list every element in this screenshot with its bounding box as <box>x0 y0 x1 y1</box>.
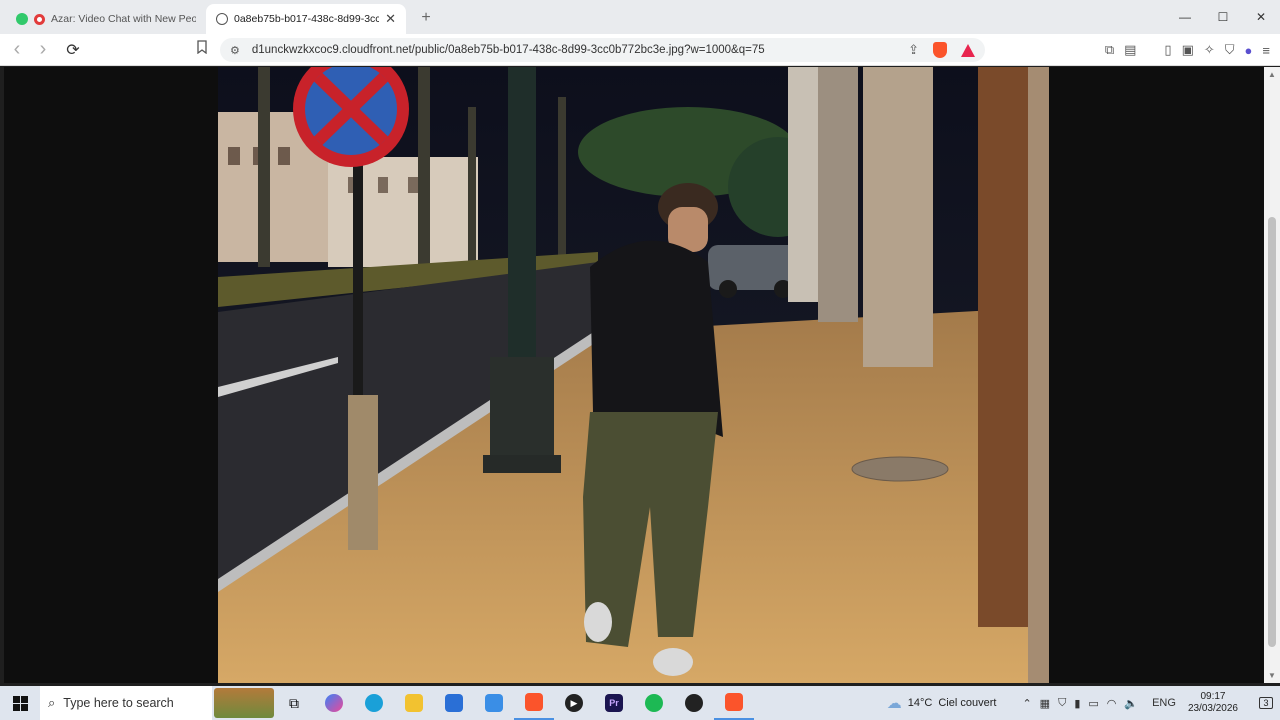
brave-shields-icon[interactable] <box>933 42 947 58</box>
toolbar-right-icons: ⧉ ▤ ▯ ▣ ✧ ⛉ ● ≡ <box>1105 34 1270 66</box>
recording-icon <box>34 13 45 25</box>
scroll-up-icon[interactable]: ▲ <box>1268 70 1276 79</box>
tray-app-icon[interactable]: ▦ <box>1040 697 1050 710</box>
copilot-icon[interactable] <box>314 686 354 720</box>
minimize-button[interactable]: — <box>1166 0 1204 34</box>
window-controls: — ☐ ✕ <box>1166 0 1280 34</box>
volume-icon[interactable]: 🔈 <box>1124 697 1138 710</box>
premiere-pro-icon[interactable]: Pr <box>594 686 634 720</box>
tab-azar[interactable]: Azar: Video Chat with New People <box>6 4 206 34</box>
clock-date: 23/03/2026 <box>1187 703 1238 714</box>
tab-strip: Azar: Video Chat with New People 0a8eb75… <box>0 0 1280 34</box>
weather-temp: 14°C <box>907 697 933 709</box>
windows-taskbar: ⌕ Type here to search ⧉ ▶ Pr ☁ 14°C Ciel… <box>0 686 1280 720</box>
task-view-icon[interactable]: ⧉ <box>274 686 314 720</box>
maximize-button[interactable]: ☐ <box>1204 0 1242 34</box>
search-placeholder: Type here to search <box>63 696 174 710</box>
file-explorer-icon[interactable] <box>394 686 434 720</box>
leo-ai-icon[interactable]: ✧ <box>1204 42 1215 58</box>
language-indicator[interactable]: ENG <box>1152 697 1176 709</box>
clock-time: 09:17 <box>1200 691 1226 702</box>
brave-rewards-icon[interactable] <box>961 43 975 57</box>
system-tray: ☁ 14°C Ciel couvert ⌃ ▦ ⛉ ▮ ▭ ◠ 🔈 ENG 09… <box>887 686 1280 720</box>
displayed-photo <box>218 67 1049 683</box>
wifi-icon[interactable]: ◠ <box>1107 697 1117 710</box>
address-bar[interactable]: ⚙ d1unckwzkxcoc9.cloudfront.net/public/0… <box>220 38 985 62</box>
store-icon[interactable] <box>434 686 474 720</box>
battery-icon[interactable]: ▭ <box>1088 697 1098 710</box>
chevron-up-icon[interactable]: ⌃ <box>1022 697 1031 710</box>
wallet-icon[interactable]: ▣ <box>1182 42 1194 58</box>
weather-desc: Ciel couvert <box>938 697 997 709</box>
tab-image[interactable]: 0a8eb75b-b017-438c-8d99-3cc0b ✕ <box>206 4 406 34</box>
brave-taskbar-icon[interactable] <box>514 686 554 720</box>
reload-button[interactable]: ⟳ <box>60 37 86 63</box>
bookmark-icon[interactable] <box>196 40 208 59</box>
brave-second-icon[interactable] <box>714 686 754 720</box>
taskbar-search[interactable]: ⌕ Type here to search <box>40 686 212 720</box>
extensions-icon[interactable]: ⧉ <box>1105 42 1114 58</box>
scrollbar-thumb[interactable] <box>1268 217 1276 647</box>
menu-icon[interactable]: ≡ <box>1262 43 1270 58</box>
tab-title: Azar: Video Chat with New People <box>51 13 196 25</box>
cloud-icon: ☁ <box>886 695 902 712</box>
notification-count: 3 <box>1259 697 1273 709</box>
site-settings-icon[interactable]: ⚙ <box>230 44 240 57</box>
globe-favicon-icon <box>216 13 228 25</box>
tab-title: 0a8eb75b-b017-438c-8d99-3cc0b <box>234 13 380 25</box>
reading-list-icon[interactable]: ▤ <box>1124 42 1136 58</box>
spotify-icon[interactable] <box>634 686 674 720</box>
scroll-down-icon[interactable]: ▼ <box>1268 671 1276 680</box>
start-button[interactable] <box>0 686 40 720</box>
azar-favicon-icon <box>16 13 28 25</box>
url-text: d1unckwzkxcoc9.cloudfront.net/public/0a8… <box>251 44 765 56</box>
page-viewport <box>4 67 1264 683</box>
search-highlight-image[interactable] <box>214 688 274 718</box>
mail-icon[interactable] <box>474 686 514 720</box>
weather-widget[interactable]: ☁ 14°C Ciel couvert <box>887 694 997 712</box>
vertical-scrollbar[interactable]: ▲ ▼ <box>1264 67 1280 683</box>
close-window-button[interactable]: ✕ <box>1242 0 1280 34</box>
close-tab-icon[interactable]: ✕ <box>385 11 396 27</box>
forward-button[interactable]: › <box>30 37 56 63</box>
share-icon[interactable]: ⇪ <box>908 42 919 58</box>
edge-icon[interactable] <box>354 686 394 720</box>
profile-icon[interactable]: ● <box>1245 43 1253 58</box>
new-tab-button[interactable]: + <box>412 4 440 32</box>
clock[interactable]: 09:17 23/03/2026 <box>1188 691 1238 715</box>
search-icon: ⌕ <box>48 695 56 710</box>
vpn-icon[interactable]: ⛉ <box>1225 42 1235 58</box>
browser-toolbar: ‹ › ⟳ ⚙ d1unckwzkxcoc9.cloudfront.net/pu… <box>0 34 1280 66</box>
windows-logo-icon <box>12 695 28 711</box>
obs-icon[interactable] <box>674 686 714 720</box>
media-player-icon[interactable]: ▶ <box>554 686 594 720</box>
notification-icon[interactable]: 3 <box>1252 697 1280 709</box>
sidebar-icon[interactable]: ▯ <box>1164 42 1171 58</box>
tray-vpn-icon[interactable]: ⛉ <box>1058 697 1066 710</box>
back-button[interactable]: ‹ <box>4 37 30 63</box>
tray-mic-icon[interactable]: ▮ <box>1074 697 1080 710</box>
